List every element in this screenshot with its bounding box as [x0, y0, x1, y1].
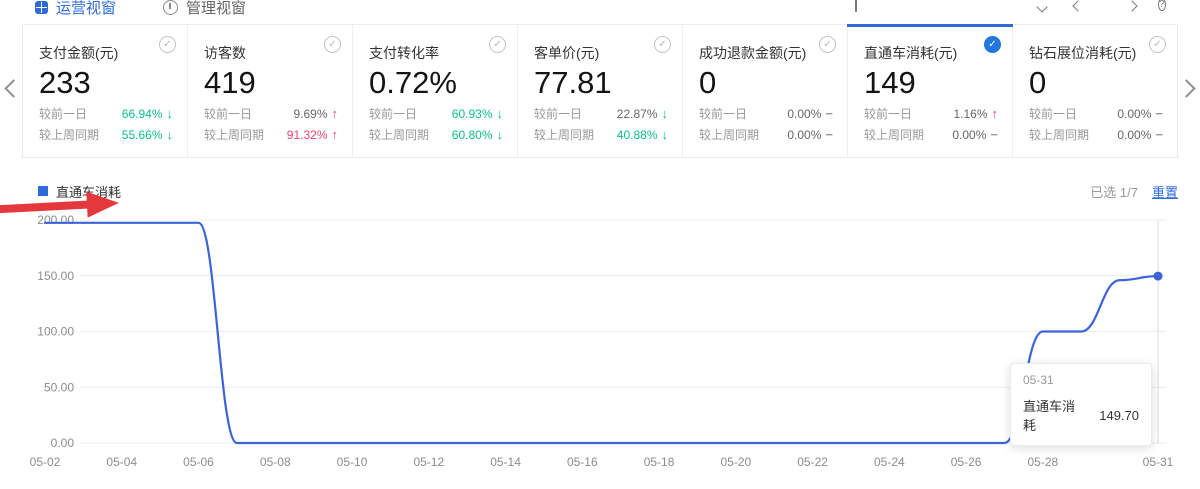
svg-text:05-02: 05-02	[30, 455, 61, 469]
svg-text:05-12: 05-12	[413, 455, 444, 469]
svg-text:05-16: 05-16	[567, 455, 598, 469]
svg-text:05-10: 05-10	[337, 455, 368, 469]
tooltip-series-name: 直通车消耗	[1023, 396, 1083, 434]
svg-text:05-14: 05-14	[490, 455, 521, 469]
svg-text:50.00: 50.00	[44, 380, 74, 394]
svg-text:100.00: 100.00	[37, 325, 74, 339]
tooltip-value: 149.70	[1083, 408, 1139, 423]
svg-text:05-04: 05-04	[106, 455, 137, 469]
svg-text:150.00: 150.00	[37, 269, 74, 283]
red-arrow-head	[86, 190, 119, 218]
chart-tooltip: 05-31 直通车消耗 149.70	[1010, 363, 1152, 446]
svg-text:05-08: 05-08	[260, 455, 291, 469]
svg-text:05-24: 05-24	[874, 455, 905, 469]
svg-text:05-06: 05-06	[183, 455, 214, 469]
business-advisor-dashboard: 运营视窗 管理视窗 ? ✓ 支付金额(元) 233 较前一日 66.94%↓ 较…	[0, 0, 1200, 489]
svg-text:0.00: 0.00	[51, 436, 75, 450]
svg-text:05-28: 05-28	[1028, 455, 1059, 469]
svg-text:05-26: 05-26	[951, 455, 982, 469]
svg-text:05-31: 05-31	[1143, 455, 1174, 469]
svg-text:05-18: 05-18	[644, 455, 675, 469]
svg-text:05-20: 05-20	[720, 455, 751, 469]
svg-text:05-22: 05-22	[797, 455, 828, 469]
red-arrow-body	[0, 200, 89, 213]
tooltip-date: 05-31	[1023, 373, 1139, 387]
